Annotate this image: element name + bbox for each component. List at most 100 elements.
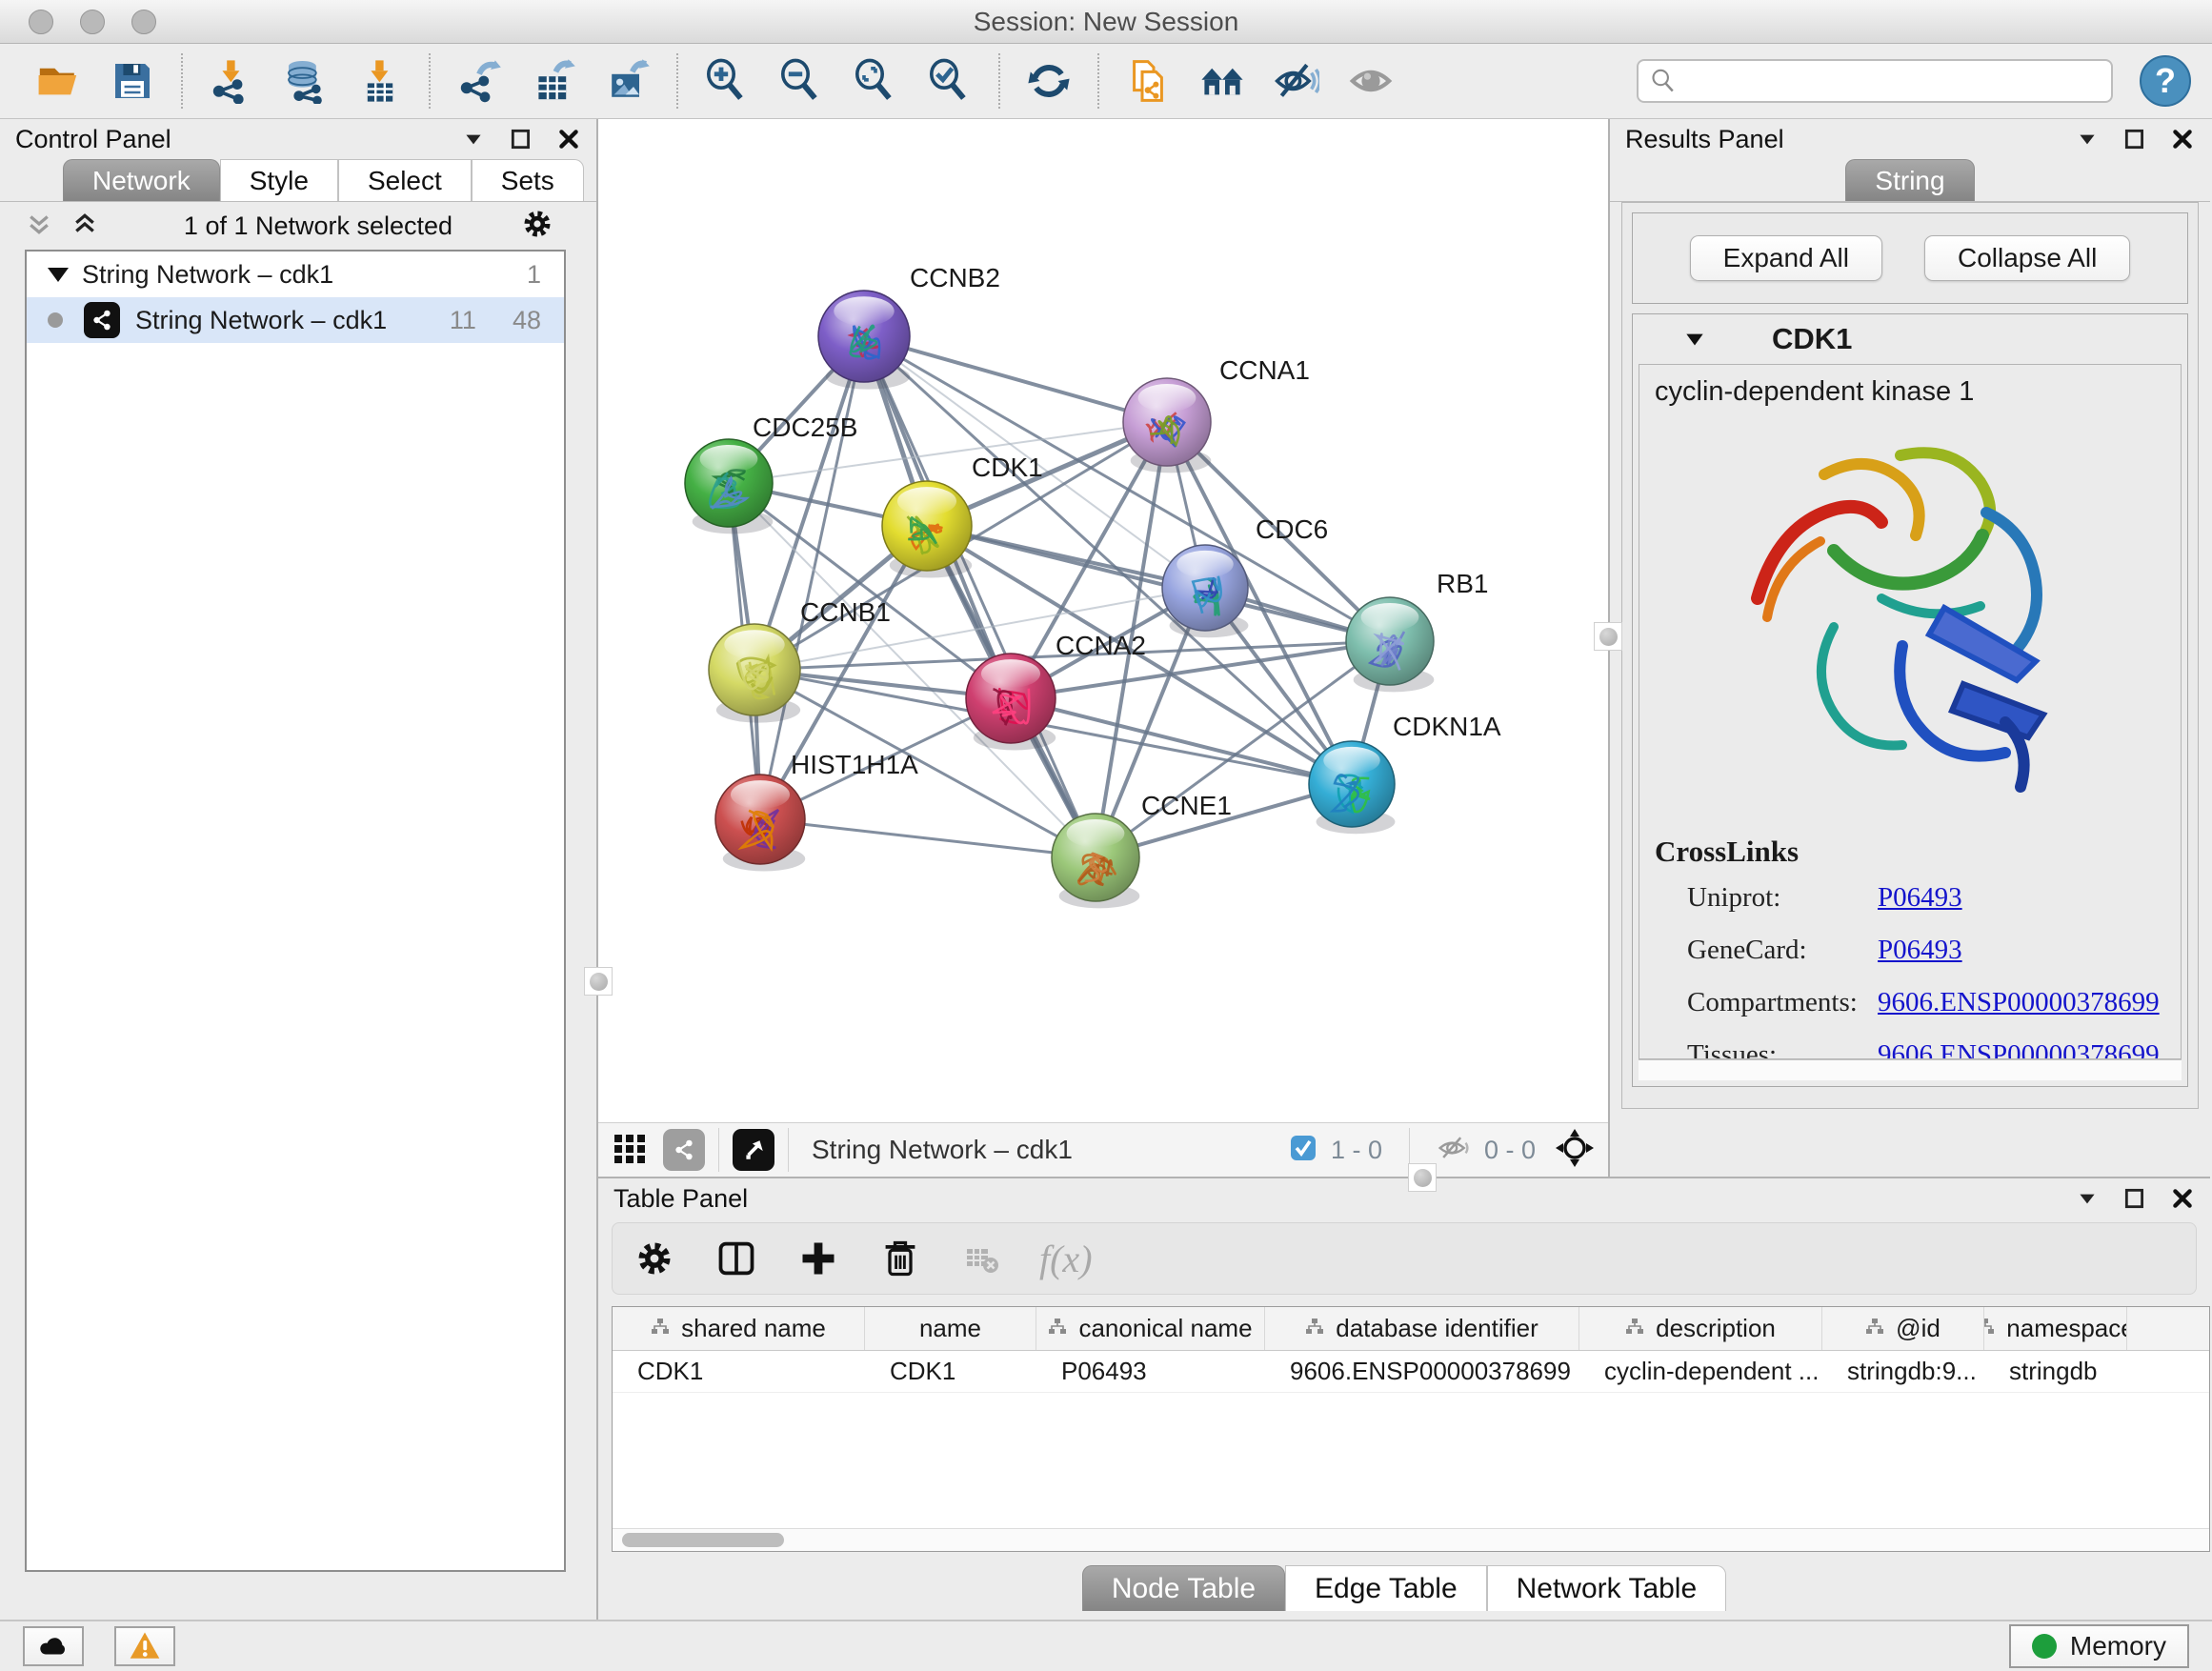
vertical-splitter-handle-right[interactable]: [1594, 622, 1622, 651]
panel-float-button[interactable]: [2122, 1186, 2147, 1211]
network-node-CDKN1A[interactable]: CDKN1A: [1309, 712, 1501, 834]
zoom-selected-button[interactable]: [913, 50, 987, 112]
column-header-database-identifier[interactable]: database identifier: [1265, 1307, 1579, 1350]
network-edge-CCNB2-HIST1H1A[interactable]: [760, 336, 864, 819]
table-cell[interactable]: cyclin-dependent ...: [1579, 1351, 1822, 1392]
network-edge-HIST1H1A-CCNE1[interactable]: [760, 819, 1096, 857]
network-node-CCNA1[interactable]: CCNA1: [1123, 355, 1310, 473]
warning-status-button[interactable]: [114, 1626, 175, 1666]
vertical-splitter-handle-left[interactable]: [584, 967, 613, 996]
table-cell[interactable]: CDK1: [613, 1351, 865, 1392]
tab-edge-table[interactable]: Edge Table: [1285, 1565, 1487, 1611]
cloud-status-button[interactable]: [23, 1626, 84, 1666]
network-row[interactable]: String Network – cdk1 11 48: [27, 297, 564, 343]
table-cell[interactable]: 9606.ENSP00000378699: [1265, 1351, 1579, 1392]
network-node-HIST1H1A[interactable]: HIST1H1A: [715, 750, 918, 872]
table-cell[interactable]: CDK1: [865, 1351, 1036, 1392]
collection-expand-triangle[interactable]: [48, 268, 69, 282]
expand-all-button[interactable]: Expand All: [1690, 235, 1882, 281]
tab-network-table[interactable]: Network Table: [1487, 1565, 1727, 1611]
table-cell[interactable]: P06493: [1036, 1351, 1265, 1392]
crosslink-value-link[interactable]: P06493: [1878, 935, 1962, 966]
memory-button[interactable]: Memory: [2009, 1624, 2189, 1668]
search-input[interactable]: [1637, 59, 2113, 103]
collapse-all-networks-button[interactable]: [25, 210, 53, 243]
tab-network[interactable]: Network: [63, 159, 220, 201]
column-header-canonical-name[interactable]: canonical name: [1036, 1307, 1265, 1350]
network-edge-CCNA2-CDKN1A[interactable]: [1011, 698, 1352, 784]
show-columns-button[interactable]: [712, 1234, 761, 1283]
import-table-file-button[interactable]: [343, 50, 417, 112]
column-header-shared-name[interactable]: shared name: [613, 1307, 865, 1350]
delete-column-button[interactable]: [875, 1234, 925, 1283]
network-node-CCNE1[interactable]: CCNE1: [1052, 791, 1232, 908]
table-options-gear-icon[interactable]: [630, 1234, 679, 1283]
table-cell[interactable]: stringdb:9...: [1822, 1351, 1984, 1392]
export-table-button[interactable]: [516, 50, 591, 112]
table-horizontal-scrollbar[interactable]: [613, 1528, 2209, 1551]
network-collection-row[interactable]: String Network – cdk1 1: [27, 252, 564, 297]
column-header--id[interactable]: @id: [1822, 1307, 1984, 1350]
node-label-CDC6: CDC6: [1256, 514, 1328, 544]
open-session-button[interactable]: [21, 50, 95, 112]
tab-sets[interactable]: Sets: [472, 159, 584, 201]
import-network-file-button[interactable]: [194, 50, 269, 112]
tab-select[interactable]: Select: [338, 159, 472, 201]
grid-view-button[interactable]: [612, 1129, 650, 1172]
crosslink-value-link[interactable]: 9606.ENSP00000378699: [1878, 987, 2160, 1018]
table-cell[interactable]: stringdb: [1984, 1351, 2127, 1392]
crosslink-value-link[interactable]: 9606.ENSP00000378699: [1878, 1039, 2160, 1059]
export-network-button[interactable]: [442, 50, 516, 112]
panel-float-button[interactable]: [2122, 127, 2147, 151]
panel-close-button[interactable]: [2170, 1186, 2195, 1211]
minimize-window-button[interactable]: [80, 10, 105, 34]
tab-string[interactable]: String: [1845, 159, 1974, 201]
copy-network-button[interactable]: [1111, 50, 1185, 112]
crosslink-value-link[interactable]: P06493: [1878, 882, 1962, 914]
network-node-RB1[interactable]: RB1: [1346, 569, 1488, 692]
column-header-name[interactable]: name: [865, 1307, 1036, 1350]
collapse-all-button[interactable]: Collapse All: [1924, 235, 2130, 281]
maximize-window-button[interactable]: [131, 10, 156, 34]
selected-checkbox[interactable]: [1289, 1134, 1317, 1167]
zoom-out-button[interactable]: [764, 50, 838, 112]
export-image-button[interactable]: [591, 50, 665, 112]
save-session-button[interactable]: [95, 50, 170, 112]
import-network-database-button[interactable]: [269, 50, 343, 112]
network-node-CDK1[interactable]: CDK1: [882, 453, 1043, 578]
hide-selected-button[interactable]: [1259, 50, 1334, 112]
entry-horizontal-scrollbar[interactable]: [1639, 1059, 2182, 1080]
panel-close-button[interactable]: [2170, 127, 2195, 151]
horizontal-splitter-handle[interactable]: [1408, 1163, 1437, 1192]
zoom-in-button[interactable]: [690, 50, 764, 112]
entry-collapse-triangle[interactable]: [1682, 327, 1707, 352]
apply-layout-button[interactable]: [1012, 50, 1086, 112]
network-overview-button[interactable]: [663, 1129, 705, 1171]
panel-close-button[interactable]: [556, 127, 581, 151]
collection-label: String Network – cdk1: [82, 260, 333, 290]
network-canvas[interactable]: CCNB2CCNA1CDC25BCDK1CDC6RB1CCNB1CCNA2CDK…: [598, 119, 1608, 1117]
network-options-gear-icon[interactable]: [520, 207, 554, 246]
table-row[interactable]: CDK1CDK1P064939606.ENSP00000378699cyclin…: [613, 1351, 2209, 1393]
expand-all-networks-button[interactable]: [70, 210, 99, 243]
tab-node-table[interactable]: Node Table: [1082, 1565, 1285, 1611]
panel-collapse-button[interactable]: [2075, 127, 2100, 151]
tab-style[interactable]: Style: [220, 159, 338, 201]
hidden-eye-icon[interactable]: [1437, 1131, 1471, 1170]
panel-collapse-button[interactable]: [461, 127, 486, 151]
crosslink-row: GeneCard:P06493: [1687, 935, 2165, 966]
panel-float-button[interactable]: [509, 127, 533, 151]
panel-collapse-button[interactable]: [2075, 1186, 2100, 1211]
show-all-button[interactable]: [1334, 50, 1408, 112]
scrollbar-thumb[interactable]: [622, 1533, 784, 1547]
network-node-CCNB1[interactable]: CCNB1: [709, 597, 891, 723]
open-external-button[interactable]: [733, 1129, 774, 1171]
zoom-fit-button[interactable]: [838, 50, 913, 112]
column-header-namespace[interactable]: namespace: [1984, 1307, 2127, 1350]
column-header-description[interactable]: description: [1579, 1307, 1822, 1350]
help-button[interactable]: ?: [2140, 55, 2191, 107]
create-column-button[interactable]: [794, 1234, 843, 1283]
crosshair-button[interactable]: [1555, 1128, 1595, 1173]
close-window-button[interactable]: [29, 10, 53, 34]
home-button[interactable]: [1185, 50, 1259, 112]
